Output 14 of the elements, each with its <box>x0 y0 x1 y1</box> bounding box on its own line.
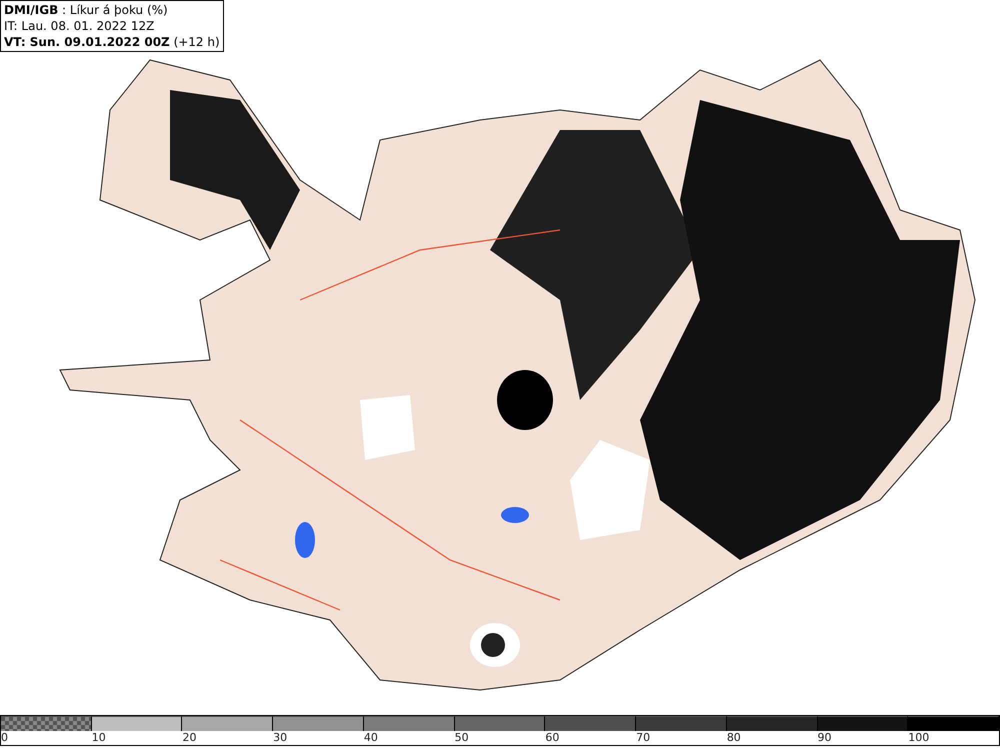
legend-label: 70 <box>636 731 650 745</box>
map-title: DMI/IGB : Líkur á þoku (%) <box>4 2 169 18</box>
legend-label: 0 <box>1 731 8 745</box>
legend-label: 80 <box>726 731 741 745</box>
initial-time: IT: Lau. 08. 01. 2022 12Z <box>4 18 156 34</box>
legend-label: 20 <box>182 731 196 745</box>
legend-label: 50 <box>454 731 469 745</box>
legend-label: 90 <box>818 731 832 745</box>
legend-label: 100 <box>908 731 930 745</box>
valid-time: VT: Sun. 09.01.2022 00Z (+12 h) <box>4 34 220 50</box>
legend-label: 10 <box>92 731 106 745</box>
legend-label: 30 <box>273 731 288 745</box>
legend-label: 60 <box>545 731 560 745</box>
legend-label: 40 <box>364 731 378 745</box>
